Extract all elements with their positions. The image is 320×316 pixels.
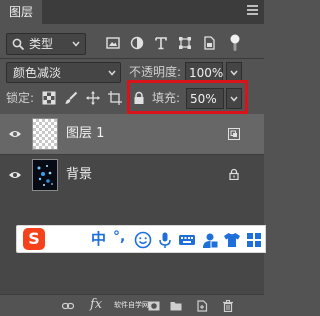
ime-punctuation-toggle[interactable]: °,	[113, 229, 125, 245]
blend-mode-value: 颜色减淡	[13, 66, 62, 80]
layer-name[interactable]: 背景	[66, 167, 92, 183]
thumbnail-image	[33, 160, 57, 190]
microphone-icon[interactable]	[156, 231, 174, 249]
user-center-icon[interactable]	[201, 231, 219, 249]
search-icon	[12, 38, 25, 51]
smart-object-icon	[228, 128, 240, 140]
blend-mode-select[interactable]: 颜色减淡	[6, 62, 121, 83]
sogou-logo[interactable]: S	[23, 228, 45, 250]
shape-layer-filter-icon[interactable]	[178, 36, 192, 50]
chevron-down-icon	[72, 41, 80, 47]
layer-thumbnail-background	[32, 159, 58, 191]
adjustment-layer-filter-icon[interactable]	[130, 36, 144, 50]
layer-row-background[interactable]: 背景	[0, 155, 264, 195]
layer-name[interactable]: 图层 1	[66, 126, 104, 142]
layer-filter-select[interactable]: 类型	[6, 33, 86, 55]
filter-kind-label: 类型	[29, 37, 54, 51]
keyboard-icon[interactable]	[178, 231, 196, 249]
layer-row-layer-1[interactable]: 图层 1	[0, 114, 264, 154]
new-layer-icon[interactable]	[196, 300, 208, 312]
lock-artboard-icon[interactable]	[108, 91, 122, 105]
new-group-folder-icon[interactable]	[170, 300, 182, 312]
ime-chinese-mode-toggle[interactable]: 中	[91, 231, 106, 247]
lock-transparent-pixels-icon[interactable]	[42, 91, 56, 105]
chevron-down-icon	[230, 70, 238, 76]
pixel-layer-filter-icon[interactable]	[106, 36, 120, 50]
chevron-down-icon	[108, 70, 116, 76]
fill-highlight-annotation-box	[127, 80, 248, 114]
layer-style-button[interactable]: fx	[90, 298, 102, 312]
lock-position-move-icon[interactable]	[86, 91, 100, 105]
lock-icon	[229, 168, 239, 180]
layer-thumbnail-transparent	[32, 118, 58, 150]
layers-bottom-toolbar: fx 软件自学网	[0, 294, 264, 316]
layers-list: 图层 1 背景	[0, 114, 264, 294]
add-mask-icon[interactable]	[148, 300, 160, 312]
skin-shirt-icon[interactable]	[223, 231, 241, 249]
lock-image-pixels-brush-icon[interactable]	[64, 91, 78, 105]
toolbox-grid-icon[interactable]	[245, 231, 263, 249]
tab-layers[interactable]: 图层	[0, 0, 42, 24]
link-layers-icon[interactable]	[62, 300, 74, 312]
opacity-label: 不透明度:	[129, 65, 182, 79]
divider	[0, 58, 264, 59]
emoji-icon[interactable]	[134, 231, 152, 249]
filter-toggle-switch[interactable]	[230, 34, 240, 52]
lock-label: 锁定:	[6, 91, 35, 105]
visibility-eye-icon[interactable]	[8, 129, 22, 139]
visibility-eye-icon[interactable]	[8, 170, 22, 180]
watermark-text: 软件自学网	[114, 301, 149, 309]
type-layer-filter-icon[interactable]	[154, 36, 168, 50]
delete-layer-trash-icon[interactable]	[222, 300, 234, 312]
panel-menu-icon[interactable]	[247, 5, 258, 17]
opacity-value: 100%	[189, 66, 224, 80]
panel-tab-bar: 图层	[0, 0, 264, 24]
smart-object-filter-icon[interactable]	[202, 36, 216, 50]
ime-toolbar: S 中 °,	[16, 225, 266, 253]
